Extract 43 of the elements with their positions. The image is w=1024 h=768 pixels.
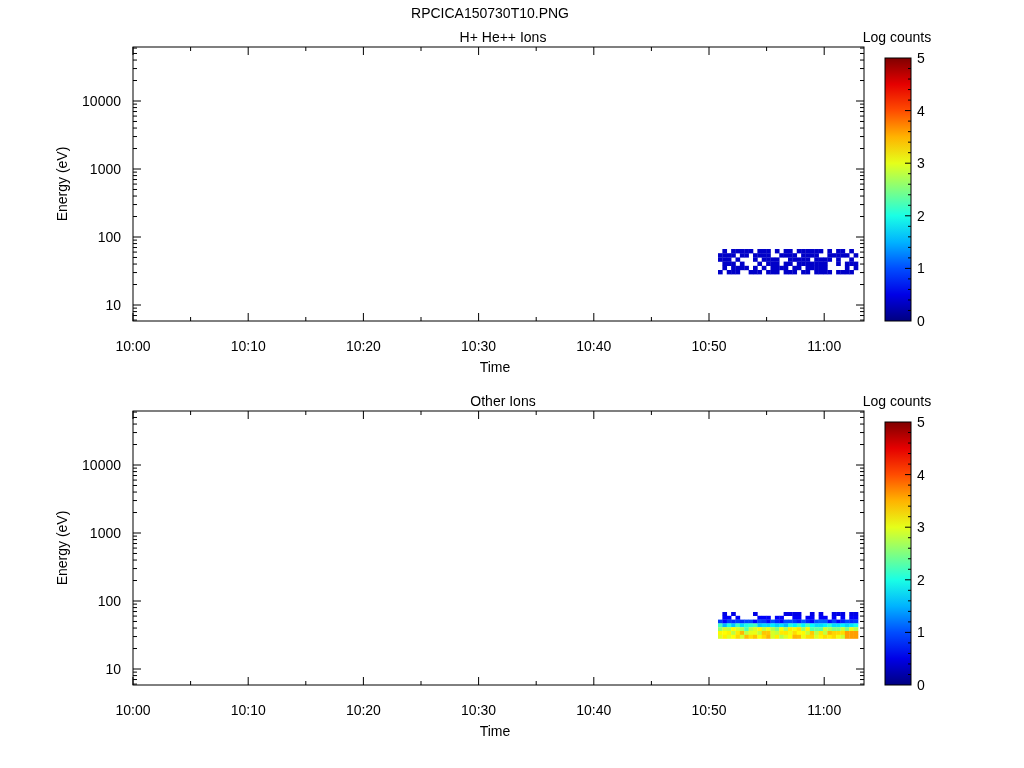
tick-label: 10:20: [345, 338, 381, 354]
tick-label: 10:30: [461, 338, 497, 354]
tick-label: 10000: [82, 457, 121, 473]
colorbar-title: Log counts: [862, 393, 932, 409]
axis-title: Energy (eV): [54, 146, 70, 222]
tick-label: 1: [917, 260, 925, 277]
figure-title: RPCICA150730T10.PNG: [411, 5, 569, 21]
tick-label: 4: [917, 466, 925, 483]
colorbar-title: Log counts: [862, 29, 932, 45]
tick-label: 2: [917, 207, 925, 224]
tick-label: 10:40: [576, 338, 612, 354]
tick-label: 3: [917, 519, 925, 536]
panel-title: Other Ions: [470, 393, 536, 409]
tick-label: 10:30: [461, 702, 497, 718]
tick-label: 10:40: [576, 702, 612, 718]
axis-title: Energy (eV): [54, 510, 70, 586]
tick-label: 10: [105, 661, 121, 677]
axis-title: Time: [479, 723, 511, 739]
panel-title: H+ He++ Ions: [459, 29, 547, 45]
tick-label: 5: [917, 414, 925, 430]
tick-label: 10000: [82, 93, 121, 109]
tick-label: 11:00: [807, 338, 842, 354]
tick-label: 10: [105, 297, 121, 313]
tick-label: 10:10: [230, 338, 266, 354]
tick-label: 1: [917, 624, 925, 641]
tick-label: 10:10: [230, 702, 266, 718]
tick-label: 10:50: [691, 338, 727, 354]
tick-label: 0: [917, 313, 925, 329]
tick-label: 1000: [89, 525, 121, 541]
axis-title: Time: [479, 359, 511, 375]
tick-label: 10:20: [345, 702, 381, 718]
tick-label: 10:00: [115, 338, 151, 354]
tick-label: 11:00: [807, 702, 842, 718]
tick-label: 3: [917, 155, 925, 172]
tick-label: 10:50: [691, 702, 727, 718]
tick-label: 2: [917, 571, 925, 588]
tick-label: 0: [917, 677, 925, 693]
tick-label: 100: [97, 593, 121, 609]
tick-label: 100: [97, 229, 121, 245]
tick-label: 4: [917, 102, 925, 119]
tick-label: 10:00: [115, 702, 151, 718]
tick-label: 5: [917, 50, 925, 66]
tick-label: 1000: [89, 161, 121, 177]
